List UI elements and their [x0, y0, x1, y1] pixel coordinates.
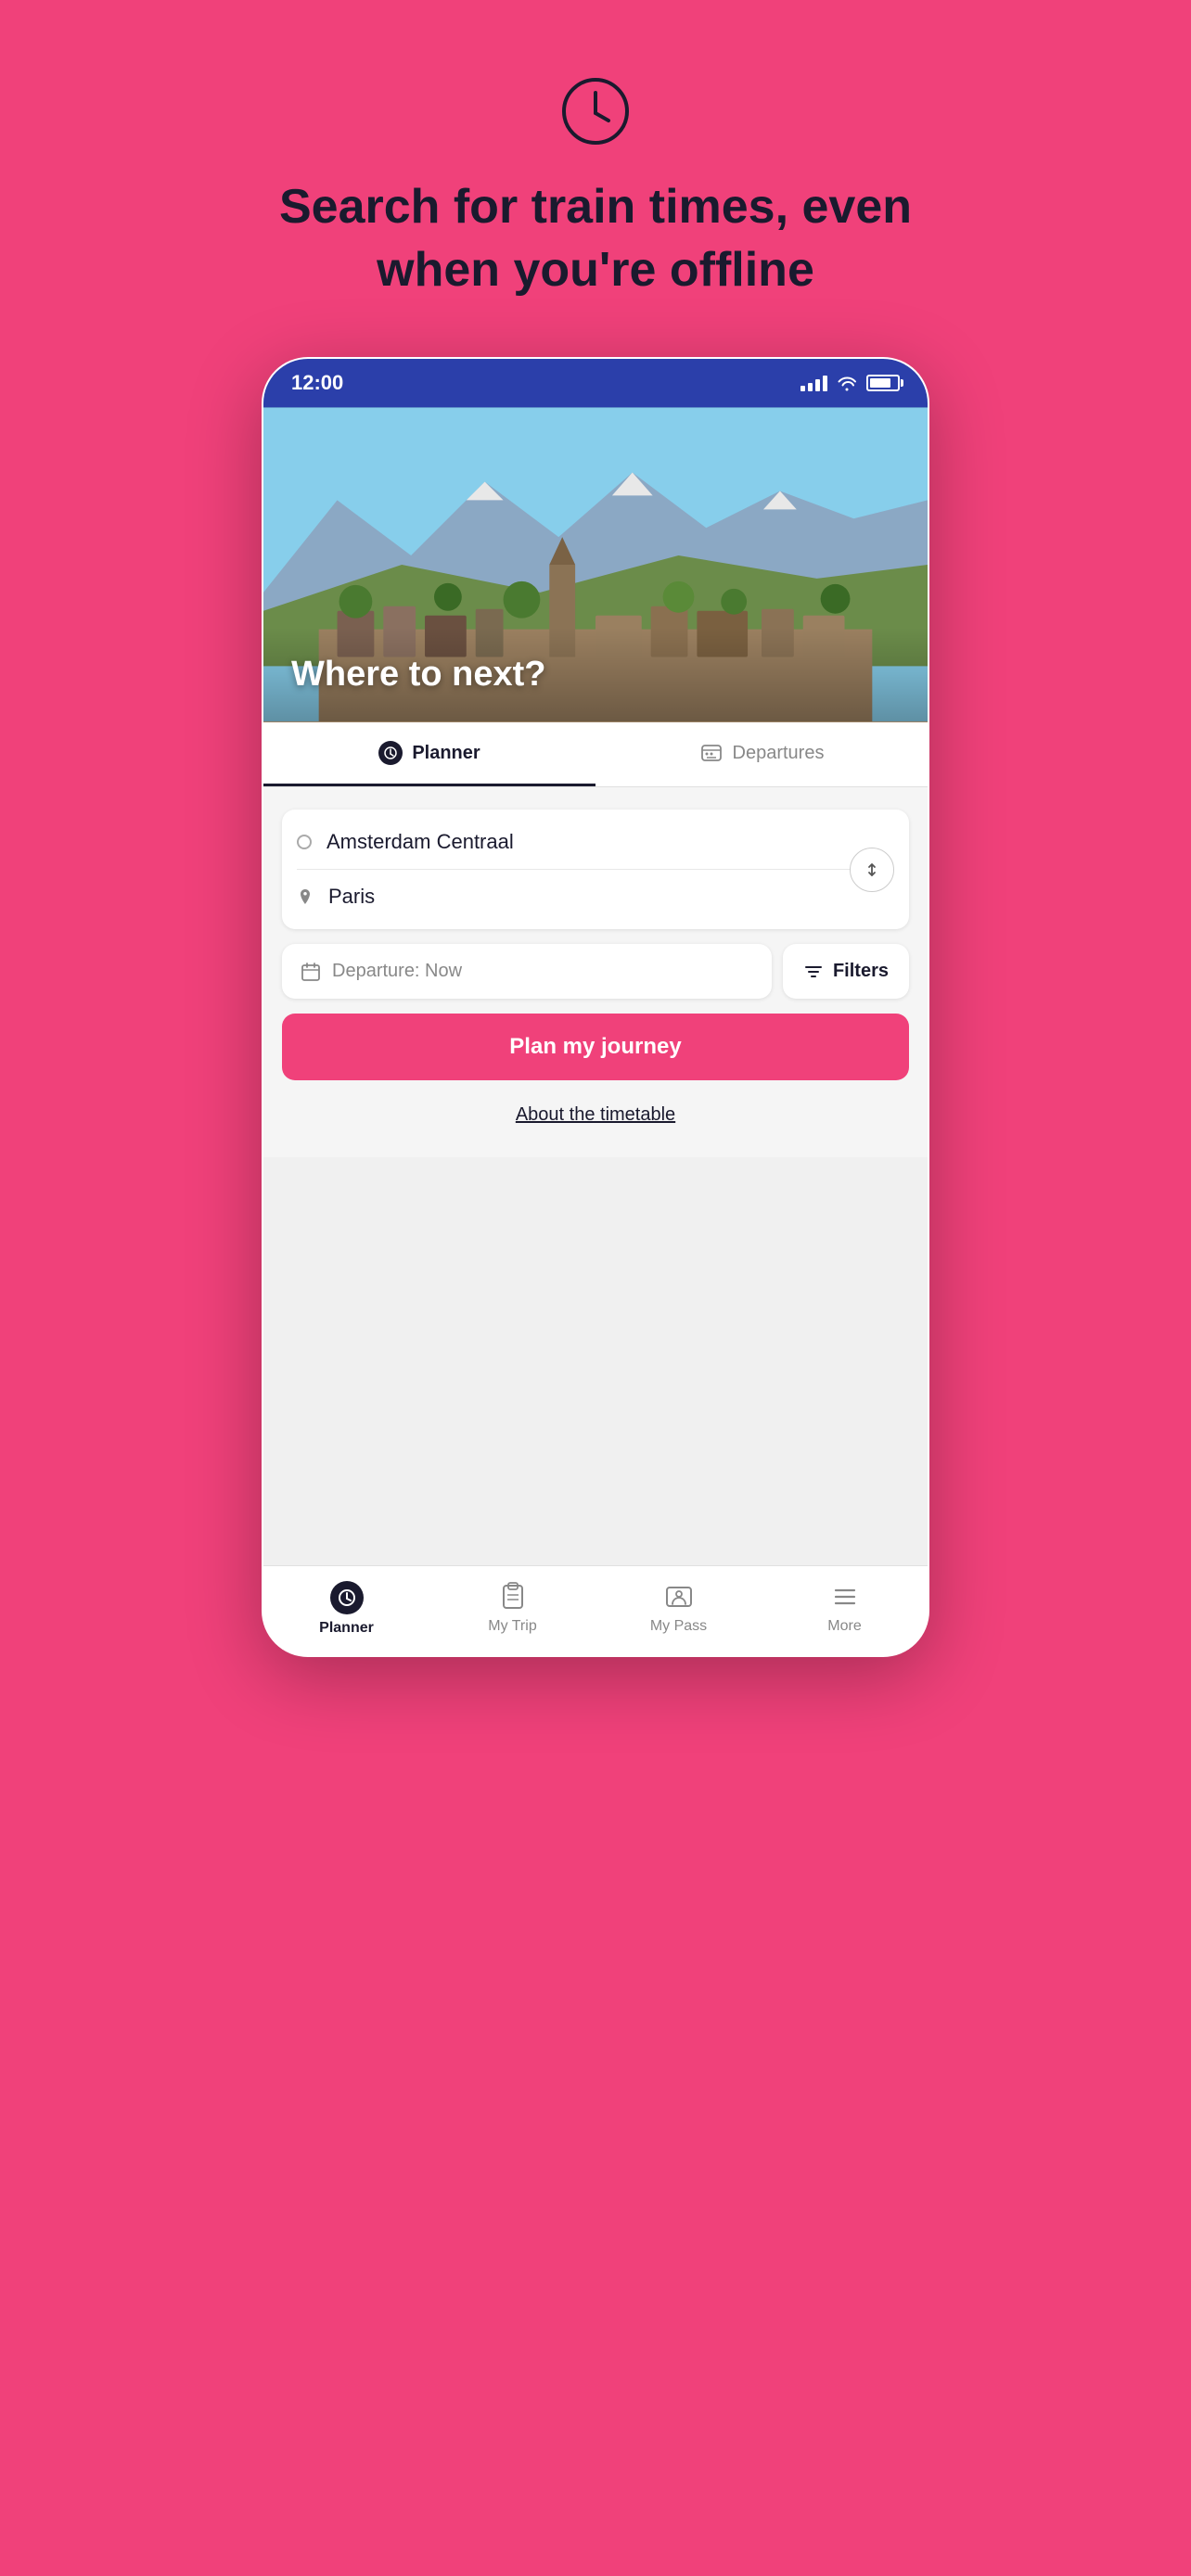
phone-mockup: 12:00	[262, 357, 929, 1657]
to-station-label: Paris	[328, 885, 375, 909]
status-icons	[800, 375, 900, 391]
station-input-group: Amsterdam Centraal Paris	[282, 810, 909, 929]
planner-nav-icon	[330, 1581, 364, 1614]
to-station-row[interactable]: Paris	[297, 870, 894, 924]
planner-tab-icon	[378, 741, 403, 765]
calendar-icon	[301, 962, 321, 982]
departures-tab-icon	[699, 741, 724, 765]
from-station-label: Amsterdam Centraal	[327, 830, 514, 854]
planner-tab-label: Planner	[412, 743, 480, 764]
departures-tab-label: Departures	[733, 743, 825, 764]
nav-my-pass-label: My Pass	[650, 1618, 707, 1635]
status-time: 12:00	[291, 371, 343, 395]
hero-area: Where to next?	[263, 407, 928, 722]
battery-icon	[866, 375, 900, 391]
nav-item-my-pass[interactable]: My Pass	[596, 1581, 762, 1637]
my-trip-nav-icon	[497, 1581, 529, 1613]
nav-item-planner[interactable]: Planner	[263, 1581, 429, 1637]
from-station-row[interactable]: Amsterdam Centraal	[297, 815, 894, 870]
signal-icon	[800, 375, 827, 391]
nav-my-trip-label: My Trip	[488, 1618, 536, 1635]
filters-label: Filters	[833, 961, 889, 982]
page-headline: Search for train times, even when you're…	[224, 176, 967, 301]
hero-text: Where to next?	[291, 655, 545, 695]
nav-item-more[interactable]: More	[762, 1581, 928, 1637]
status-bar: 12:00	[263, 359, 928, 407]
clock-icon	[558, 74, 633, 148]
location-pin-icon	[297, 888, 314, 905]
tab-departures[interactable]: Departures	[596, 722, 928, 786]
departure-text: Departure: Now	[332, 961, 462, 982]
plan-journey-button[interactable]: Plan my journey	[282, 1014, 909, 1080]
filters-icon	[803, 962, 824, 982]
content-area	[263, 1157, 928, 1565]
nav-more-label: More	[827, 1618, 861, 1635]
timetable-link[interactable]: About the timetable	[282, 1095, 909, 1135]
nav-item-my-trip[interactable]: My Trip	[429, 1581, 596, 1637]
departure-row: Departure: Now Filters	[282, 944, 909, 999]
nav-planner-label: Planner	[319, 1620, 374, 1637]
filters-button[interactable]: Filters	[783, 944, 909, 999]
app-tab-bar: Planner Departures	[263, 722, 928, 787]
from-dot-icon	[297, 835, 312, 849]
tab-planner[interactable]: Planner	[263, 722, 596, 786]
wifi-icon	[837, 375, 857, 391]
search-area: Amsterdam Centraal Paris	[263, 787, 928, 1157]
bottom-nav: Planner My Trip My Pass	[263, 1565, 928, 1655]
swap-button[interactable]	[850, 848, 894, 892]
more-nav-icon	[829, 1581, 861, 1613]
departure-input[interactable]: Departure: Now	[282, 944, 772, 999]
my-pass-nav-icon	[663, 1581, 695, 1613]
